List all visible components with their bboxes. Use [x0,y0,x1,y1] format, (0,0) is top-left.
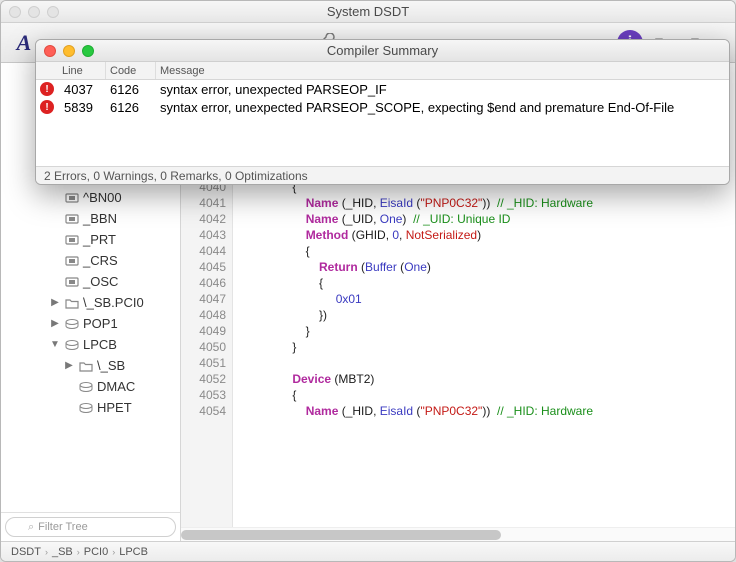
disk-icon [63,318,81,330]
summary-title: Compiler Summary [327,43,438,58]
error-line: 4037 [58,82,106,97]
line-number: 4047 [181,291,226,307]
disk-icon [63,339,81,351]
chevron-right-icon: › [77,547,80,557]
tree-item-dmac[interactable]: DMAC [1,376,180,397]
chip-icon [63,212,81,226]
close-icon[interactable] [44,45,56,57]
error-message: syntax error, unexpected PARSEOP_IF [156,82,729,97]
tree-item-_osc[interactable]: _OSC [1,271,180,292]
tree-item-label: \_SB [97,358,125,373]
breadcrumb[interactable]: DSDT › _SB › PCI0 › LPCB [11,546,148,558]
disk-icon [77,402,95,414]
tree-item-label: _OSC [83,274,118,289]
line-number: 4049 [181,323,226,339]
tree-item-label: _CRS [83,253,118,268]
filter-tree-input[interactable]: ⌕ Filter Tree [5,517,176,537]
line-number: 4048 [181,307,226,323]
line-number: 4044 [181,243,226,259]
search-icon: ⌕ [28,521,34,534]
line-number: 4053 [181,387,226,403]
tree-item-_crs[interactable]: _CRS [1,250,180,271]
summary-status: 2 Errors, 0 Warnings, 0 Remarks, 0 Optim… [36,166,729,184]
folder-icon [63,297,81,309]
filter-placeholder: Filter Tree [38,521,88,533]
tree-item-bn00[interactable]: ^BN00 [1,187,180,208]
tree-item-_prt[interactable]: _PRT [1,229,180,250]
tree-item-label: LPCB [83,337,117,352]
chip-icon [63,233,81,247]
error-code: 6126 [106,100,156,115]
zoom-icon[interactable] [82,45,94,57]
tree-item-_sb[interactable]: ▶ \_SB [1,355,180,376]
font-icon[interactable]: A [11,30,37,56]
main-title: System DSDT [327,4,409,19]
compiler-summary-window[interactable]: Compiler Summary Line Code Message ! 403… [35,39,730,185]
chevron-right-icon: › [45,547,48,557]
error-row[interactable]: ! 5839 6126 syntax error, unexpected PAR… [36,98,729,116]
line-number: 4045 [181,259,226,275]
crumb[interactable]: PCI0 [84,546,108,558]
statusbar: DSDT › _SB › PCI0 › LPCB [1,541,735,561]
line-number: 4052 [181,371,226,387]
disclosure-icon[interactable]: ▶ [49,318,61,329]
tree-item-label: _PRT [83,232,116,247]
tree-item-label: _BBN [83,211,117,226]
disk-icon [77,381,95,393]
error-row[interactable]: ! 4037 6126 syntax error, unexpected PAR… [36,80,729,98]
chip-icon [63,254,81,268]
minimize-icon[interactable] [63,45,75,57]
line-number: 4042 [181,211,226,227]
tree-item-label: DMAC [97,379,135,394]
tree-item-label: HPET [97,400,132,415]
tree-item-hpet[interactable]: HPET [1,397,180,418]
col-message[interactable]: Message [156,62,729,79]
horizontal-scrollbar[interactable] [181,527,735,541]
disclosure-icon[interactable]: ▶ [63,360,75,371]
chip-icon [63,275,81,289]
disclosure-icon[interactable]: ▼ [49,339,61,350]
error-message: syntax error, unexpected PARSEOP_SCOPE, … [156,100,729,115]
line-number: 4050 [181,339,226,355]
summary-traffic-lights [44,45,94,57]
chip-icon [63,191,81,205]
summary-titlebar[interactable]: Compiler Summary [36,40,729,62]
close-icon[interactable] [9,6,21,18]
crumb[interactable]: DSDT [11,546,41,558]
error-icon: ! [40,82,54,96]
summary-rows: ! 4037 6126 syntax error, unexpected PAR… [36,80,729,116]
minimize-icon[interactable] [28,6,40,18]
tree-item-_sbpci0[interactable]: ▶ \_SB.PCI0 [1,292,180,313]
tree-item-_bbn[interactable]: _BBN [1,208,180,229]
scrollbar-thumb[interactable] [181,530,501,540]
line-number: 4051 [181,355,226,371]
tree-item-label: ^BN00 [83,190,122,205]
error-line: 5839 [58,100,106,115]
col-code[interactable]: Code [106,62,156,79]
chevron-right-icon: › [112,547,115,557]
disclosure-icon[interactable]: ▶ [49,297,61,308]
error-code: 6126 [106,82,156,97]
main-traffic-lights [9,6,59,18]
main-titlebar[interactable]: System DSDT [1,1,735,23]
tree-item-pop1[interactable]: ▶ POP1 [1,313,180,334]
tree-item-label: \_SB.PCI0 [83,295,144,310]
zoom-icon[interactable] [47,6,59,18]
crumb[interactable]: LPCB [119,546,148,558]
col-line[interactable]: Line [58,62,106,79]
tree-item-lpcb[interactable]: ▼ LPCB [1,334,180,355]
summary-columns: Line Code Message [36,62,729,80]
error-icon: ! [40,100,54,114]
line-number: 4043 [181,227,226,243]
folder-icon [77,360,95,372]
crumb[interactable]: _SB [52,546,73,558]
tree-item-label: POP1 [83,316,118,331]
line-number: 4046 [181,275,226,291]
line-number: 4041 [181,195,226,211]
line-number: 4054 [181,403,226,419]
